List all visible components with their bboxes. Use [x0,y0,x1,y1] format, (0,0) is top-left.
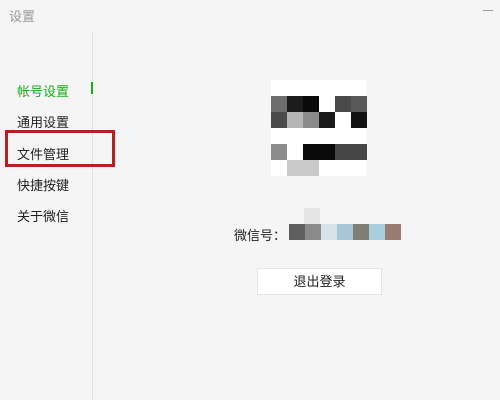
sidebar-item-shortcut-keys[interactable]: 快捷按键 [17,175,69,194]
window-title: 设置 [9,10,36,25]
sidebar-item-about-wechat[interactable]: 关于微信 [17,206,69,225]
minimize-icon[interactable] [480,2,496,18]
sidebar-item-general-settings[interactable]: 通用设置 [17,112,69,131]
avatar [271,80,367,176]
title-bar: 设置 [0,0,500,32]
settings-window: 设置 帐号设置 通用设置 文件管理 快捷按键 关于微信 微信号： 退出登录 [0,0,500,400]
active-tab-indicator [91,82,93,94]
sidebar-item-account-settings[interactable]: 帐号设置 [17,81,69,100]
wechat-id-redacted [289,208,401,240]
sidebar-item-file-management[interactable]: 文件管理 [17,144,69,163]
wechat-id-label: 微信号： [234,229,287,244]
logout-button[interactable]: 退出登录 [257,268,382,295]
